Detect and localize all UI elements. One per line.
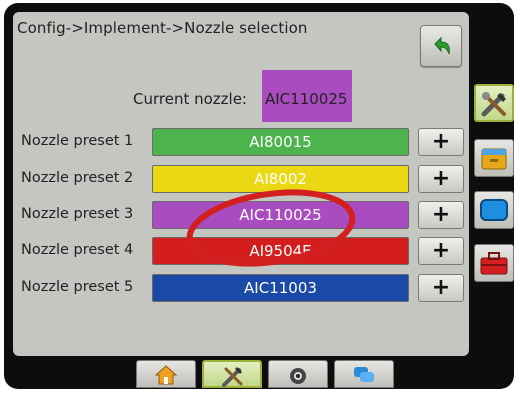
nozzle-preset-5-selector[interactable]: AIC11003 bbox=[152, 274, 409, 302]
tab-camera[interactable] bbox=[268, 360, 328, 388]
sidebar bbox=[469, 60, 514, 356]
nozzle-preset-row-4: Nozzle preset 4 AI9504E + bbox=[13, 237, 469, 267]
tab-chat[interactable] bbox=[334, 360, 394, 388]
nozzle-preset-label: Nozzle preset 4 bbox=[21, 242, 134, 258]
current-nozzle-value: AIC110025 bbox=[265, 90, 348, 108]
main-panel: Config->Implement->Nozzle selection Curr… bbox=[13, 12, 469, 356]
nozzle-preset-label: Nozzle preset 2 bbox=[21, 170, 134, 186]
camera-icon bbox=[290, 368, 306, 384]
current-nozzle-label: Current nozzle: bbox=[133, 90, 247, 108]
back-arrow-icon bbox=[434, 36, 450, 55]
sidebar-item-display[interactable] bbox=[474, 191, 514, 229]
nozzle-preset-3-selector[interactable]: AIC110025 bbox=[152, 201, 409, 229]
back-button[interactable] bbox=[420, 25, 462, 67]
add-nozzle-preset-4-button[interactable]: + bbox=[418, 237, 464, 265]
add-nozzle-preset-2-button[interactable]: + bbox=[418, 165, 464, 193]
sidebar-item-toolbox[interactable] bbox=[474, 244, 514, 282]
nozzle-preset-row-2: Nozzle preset 2 AI8002 + bbox=[13, 165, 469, 195]
add-nozzle-preset-5-button[interactable]: + bbox=[418, 274, 464, 302]
nozzle-preset-label: Nozzle preset 1 bbox=[21, 133, 134, 149]
home-icon bbox=[154, 365, 178, 385]
nozzle-preset-4-selector[interactable]: AI9504E bbox=[152, 237, 409, 265]
sidebar-item-storage[interactable] bbox=[474, 139, 514, 177]
display-icon bbox=[480, 199, 508, 221]
nozzle-preset-label: Nozzle preset 5 bbox=[21, 279, 134, 295]
add-nozzle-preset-3-button[interactable]: + bbox=[418, 201, 464, 229]
tab-tools[interactable] bbox=[202, 360, 262, 388]
nozzle-preset-1-selector[interactable]: AI80015 bbox=[152, 128, 409, 156]
add-nozzle-preset-1-button[interactable]: + bbox=[418, 128, 464, 156]
nozzle-preset-row-3: Nozzle preset 3 AIC110025 + bbox=[13, 201, 469, 231]
sidebar-item-tools[interactable] bbox=[474, 84, 514, 122]
nozzle-preset-2-selector[interactable]: AI8002 bbox=[152, 165, 409, 193]
bottom-tab-bar bbox=[13, 358, 469, 388]
nozzle-preset-label: Nozzle preset 3 bbox=[21, 206, 134, 222]
nozzle-preset-row-1: Nozzle preset 1 AI80015 + bbox=[13, 128, 469, 158]
tools-icon bbox=[222, 367, 243, 387]
toolbox-icon bbox=[480, 252, 508, 275]
chat-icon bbox=[354, 367, 374, 382]
device-frame: Config->Implement->Nozzle selection Curr… bbox=[4, 3, 514, 389]
breadcrumb: Config->Implement->Nozzle selection bbox=[17, 19, 308, 37]
storage-drawer-icon bbox=[481, 148, 507, 170]
tab-home[interactable] bbox=[136, 360, 196, 388]
nozzle-preset-row-5: Nozzle preset 5 AIC11003 + bbox=[13, 274, 469, 304]
tools-icon bbox=[481, 92, 506, 117]
